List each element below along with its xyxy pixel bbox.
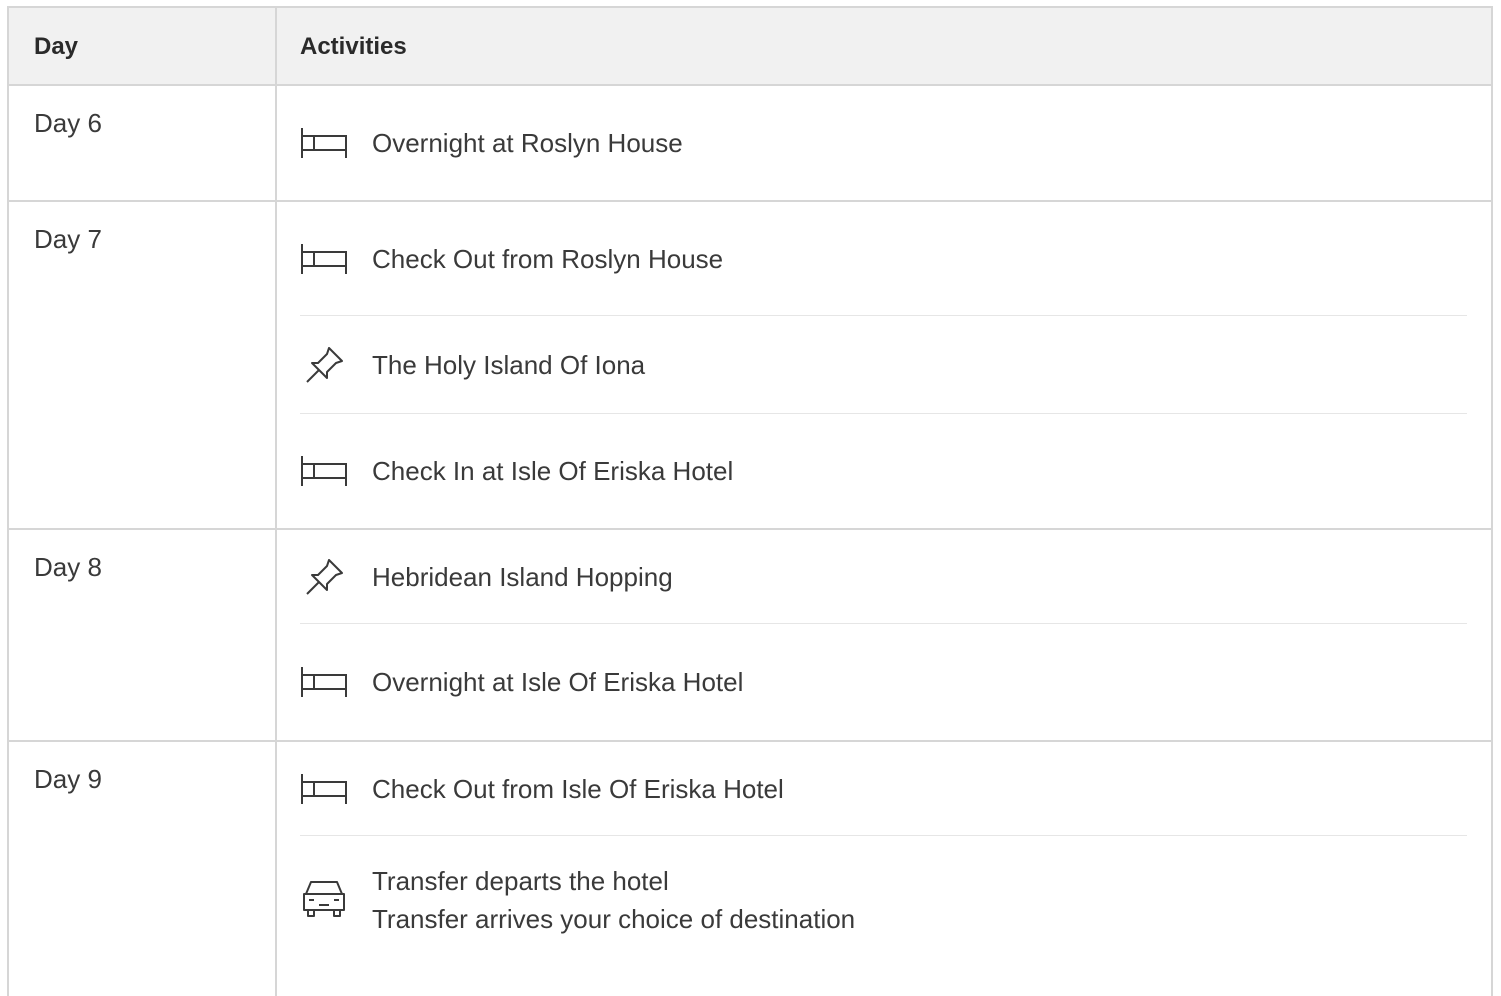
pushpin-icon (300, 557, 348, 597)
day-label: Day 6 (9, 86, 277, 200)
table-row: Day 8 Hebridean Island Hopping Overnight… (9, 530, 1491, 742)
pushpin-icon (300, 345, 348, 385)
bed-icon (300, 769, 348, 809)
activity-item: Overnight at Roslyn House (300, 86, 1467, 200)
activity-text: Hebridean Island Hopping (372, 561, 673, 592)
day-label: Day 8 (9, 530, 277, 740)
activity-item: Check Out from Roslyn House (300, 202, 1467, 316)
car-icon (300, 878, 348, 918)
activities-column-header: Activities (300, 33, 407, 60)
activities-cell: Overnight at Roslyn House (277, 86, 1491, 200)
activity-text: Check In at Isle Of Eriska Hotel (372, 456, 734, 486)
day-label: Day 9 (9, 742, 277, 996)
bed-icon (300, 123, 348, 163)
activity-item: Overnight at Isle Of Eriska Hotel (300, 624, 1467, 740)
activity-text: Transfer departs the hotel Transfer arri… (372, 862, 855, 938)
activity-text: Overnight at Roslyn House (372, 128, 683, 158)
day-column-header: Day (9, 8, 277, 84)
table-row: Day 7 Check Out from Roslyn House The Ho… (9, 202, 1491, 530)
activity-item: Transfer departs the hotel Transfer arri… (300, 836, 1467, 996)
bed-icon (300, 662, 348, 702)
activities-cell: Hebridean Island Hopping Overnight at Is… (277, 530, 1491, 740)
activity-item: Hebridean Island Hopping (300, 530, 1467, 624)
day-label: Day 7 (9, 202, 277, 528)
table-row: Day 6 Overnight at Roslyn House (9, 86, 1491, 202)
bed-icon (300, 451, 348, 491)
activity-text-line: Transfer arrives your choice of destinat… (372, 904, 856, 934)
table-header: Day Activities (9, 8, 1491, 86)
table-row: Day 9 Check Out from Isle Of Eriska Hote… (9, 742, 1491, 996)
activity-text: Overnight at Isle Of Eriska Hotel (372, 667, 744, 697)
activities-cell: Check Out from Roslyn House The Holy Isl… (277, 202, 1491, 528)
activity-item: Check In at Isle Of Eriska Hotel (300, 414, 1467, 528)
activities-cell: Check Out from Isle Of Eriska Hotel Tran… (277, 742, 1491, 996)
activity-text-line: Transfer departs the hotel (372, 866, 669, 896)
activity-text: Check Out from Roslyn House (372, 243, 724, 274)
activity-item: The Holy Island Of Iona (300, 316, 1467, 414)
activity-text: Check Out from Isle Of Eriska Hotel (372, 773, 784, 804)
activity-text: The Holy Island Of Iona (372, 349, 646, 380)
bed-icon (300, 239, 348, 279)
itinerary-table: Day Activities Day 6 Overnight at Roslyn… (7, 6, 1493, 996)
activity-item: Check Out from Isle Of Eriska Hotel (300, 742, 1467, 836)
